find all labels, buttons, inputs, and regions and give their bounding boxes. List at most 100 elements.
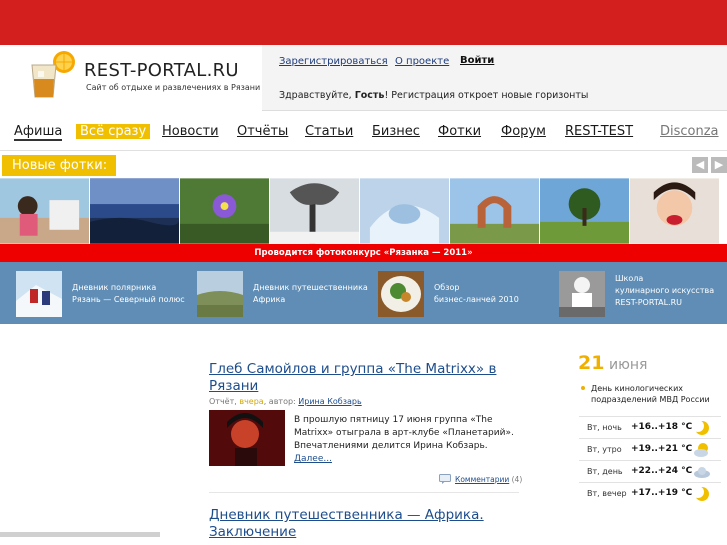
- holiday-text: День кинологических подразделений МВД Ро…: [591, 383, 710, 405]
- featured-item[interactable]: Обзор бизнес-ланчей 2010: [378, 271, 548, 317]
- nav-item-photos[interactable]: Фотки: [438, 124, 481, 139]
- article-author-prefix: , автор:: [263, 397, 296, 406]
- contest-banner[interactable]: Проводится фотоконкурс «Рязанка — 2011»: [0, 244, 727, 262]
- featured-caption: Школа кулинарного искусства REST-PORTAL.RU: [615, 273, 714, 309]
- featured-image[interactable]: [197, 271, 243, 317]
- nav-item-all[interactable]: Всё сразу: [76, 124, 151, 139]
- nav-item-afisha[interactable]: Афиша: [14, 124, 63, 141]
- article-divider: [209, 492, 519, 493]
- featured-line: REST-PORTAL.RU: [615, 298, 682, 307]
- featured-line: Дневник путешественника: [253, 283, 368, 292]
- about-link[interactable]: О проекте: [395, 56, 449, 67]
- featured-line: кулинарного искусства: [615, 286, 715, 295]
- login-link[interactable]: Войти: [460, 55, 494, 66]
- arrow-right-icon[interactable]: ▶: [711, 157, 727, 173]
- moon-icon: [693, 420, 709, 435]
- featured-caption: Дневник полярника Рязань — Северный полюс: [72, 282, 185, 306]
- site-subtitle: Сайт об отдыхе и развлечениях в Рязани: [86, 83, 261, 92]
- article-title-line[interactable]: Рязани: [209, 378, 258, 394]
- featured-caption: Дневник путешественника Африка: [253, 282, 368, 306]
- featured-line: Дневник полярника: [72, 283, 157, 292]
- sun-cloud-icon: [694, 443, 708, 457]
- weather-temp: +16..+18 °C: [631, 422, 693, 432]
- photo-thumb[interactable]: [540, 178, 630, 244]
- greeting: Здравствуйте, Гость! Регистрация откроет…: [279, 90, 588, 101]
- featured-item[interactable]: Дневник путешественника Африка: [197, 271, 368, 317]
- featured-line: Рязань — Северный полюс: [72, 295, 185, 304]
- comments-count: (4): [511, 475, 523, 484]
- article-meta: Отчёт, вчера, автор: Ирина Кобзарь: [209, 397, 362, 406]
- article-title-line[interactable]: Глеб Самойлов и группа «The Matrixx» в: [209, 361, 496, 377]
- nav-item-disconza[interactable]: Disconza: [660, 124, 719, 139]
- greeting-prefix: Здравствуйте,: [279, 90, 352, 101]
- featured-line: Обзор: [434, 283, 460, 292]
- date-month: июня: [609, 357, 648, 373]
- moon-icon: [693, 486, 709, 501]
- weather-row: Вт, утро +19..+21 °C: [579, 438, 721, 460]
- article-title[interactable]: Дневник путешественника — Африка. Заключ…: [209, 507, 529, 541]
- new-photos-label: Новые фотки:: [2, 155, 116, 176]
- featured-image[interactable]: [16, 271, 62, 317]
- nav-item-business[interactable]: Бизнес: [372, 124, 420, 139]
- featured-line: бизнес-ланчей 2010: [434, 295, 519, 304]
- top-banner-bar: [0, 0, 727, 45]
- weather-time: Вт, утро: [587, 445, 622, 454]
- featured-image[interactable]: [378, 271, 424, 317]
- photo-thumb[interactable]: [0, 178, 90, 244]
- article-type: Отчёт,: [209, 397, 237, 406]
- weather-time: Вт, ночь: [587, 423, 622, 432]
- weather-temp: +17..+19 °C: [631, 488, 693, 498]
- nav-item-reports[interactable]: Отчёты: [237, 124, 288, 139]
- article-excerpt: В прошлую пятницу 17 июня группа «The Ma…: [294, 414, 519, 466]
- left-column-bar: [0, 532, 160, 537]
- article-title-line[interactable]: Заключение: [209, 524, 296, 540]
- nav-item-articles[interactable]: Статьи: [305, 124, 353, 139]
- nav-item-news[interactable]: Новости: [162, 124, 219, 139]
- main-nav: Афиша Всё сразу Новости Отчёты Статьи Би…: [0, 124, 727, 146]
- article-title-line[interactable]: Дневник путешественника — Африка.: [209, 507, 484, 523]
- holiday-bullet: [581, 386, 585, 390]
- featured-item[interactable]: Дневник полярника Рязань — Северный полюс: [16, 271, 186, 317]
- weather-row: Вт, день +22..+24 °C: [579, 460, 721, 482]
- article-title[interactable]: Глеб Самойлов и группа «The Matrixx» в Р…: [209, 361, 529, 395]
- read-more-link[interactable]: Далее...: [294, 454, 332, 464]
- nav-divider: [0, 150, 727, 151]
- weather-row: Вт, ночь +16..+18 °C: [579, 416, 721, 438]
- comments: Комментарии (4): [455, 475, 522, 484]
- photo-thumb[interactable]: [270, 178, 360, 244]
- weather-row: Вт, вечер +17..+19 °C: [579, 482, 721, 504]
- greeting-name: Гость: [354, 90, 385, 101]
- weather-temp: +19..+21 °C: [631, 444, 693, 454]
- cloud-icon: [694, 467, 710, 478]
- comments-link[interactable]: Комментарии: [455, 475, 509, 484]
- photo-thumb[interactable]: [180, 178, 270, 244]
- photo-thumb[interactable]: [630, 178, 720, 244]
- site-title[interactable]: REST-PORTAL.RU: [84, 60, 239, 81]
- greeting-suffix: ! Регистрация откроет новые горизонты: [384, 90, 589, 101]
- holiday-line: День кинологических: [591, 384, 684, 393]
- weather-time: Вт, вечер: [587, 489, 627, 498]
- weather-time: Вт, день: [587, 467, 623, 476]
- excerpt-line: Впечатлениями делится Ирина Кобзарь.: [294, 441, 488, 451]
- excerpt-line: Matrixx» отыграла в арт-клубе «Планетари…: [294, 428, 514, 438]
- excerpt-line: В прошлую пятницу 17 июня группа «The: [294, 415, 493, 425]
- article-thumbnail[interactable]: [209, 410, 285, 466]
- comment-icon[interactable]: [439, 474, 451, 484]
- article-date: вчера: [239, 397, 264, 406]
- photo-strip: [0, 178, 727, 244]
- featured-item[interactable]: Школа кулинарного искусства REST-PORTAL.RU: [559, 271, 724, 317]
- article-author-link[interactable]: Ирина Кобзарь: [298, 397, 361, 406]
- photo-thumb[interactable]: [90, 178, 180, 244]
- holiday-line: подразделений МВД России: [591, 395, 710, 404]
- register-link[interactable]: Зарегистрироваться: [279, 56, 388, 67]
- nav-item-rest-test[interactable]: REST-TEST: [565, 124, 633, 139]
- featured-line: Африка: [253, 295, 286, 304]
- arrow-left-icon[interactable]: ◀: [692, 157, 708, 173]
- logo-icon[interactable]: [20, 49, 78, 101]
- page: REST-PORTAL.RU Сайт об отдыхе и развлече…: [0, 0, 727, 545]
- photo-thumb[interactable]: [360, 178, 450, 244]
- photo-thumb[interactable]: [450, 178, 540, 244]
- nav-item-forum[interactable]: Форум: [501, 124, 546, 139]
- featured-caption: Обзор бизнес-ланчей 2010: [434, 282, 519, 306]
- featured-image[interactable]: [559, 271, 605, 317]
